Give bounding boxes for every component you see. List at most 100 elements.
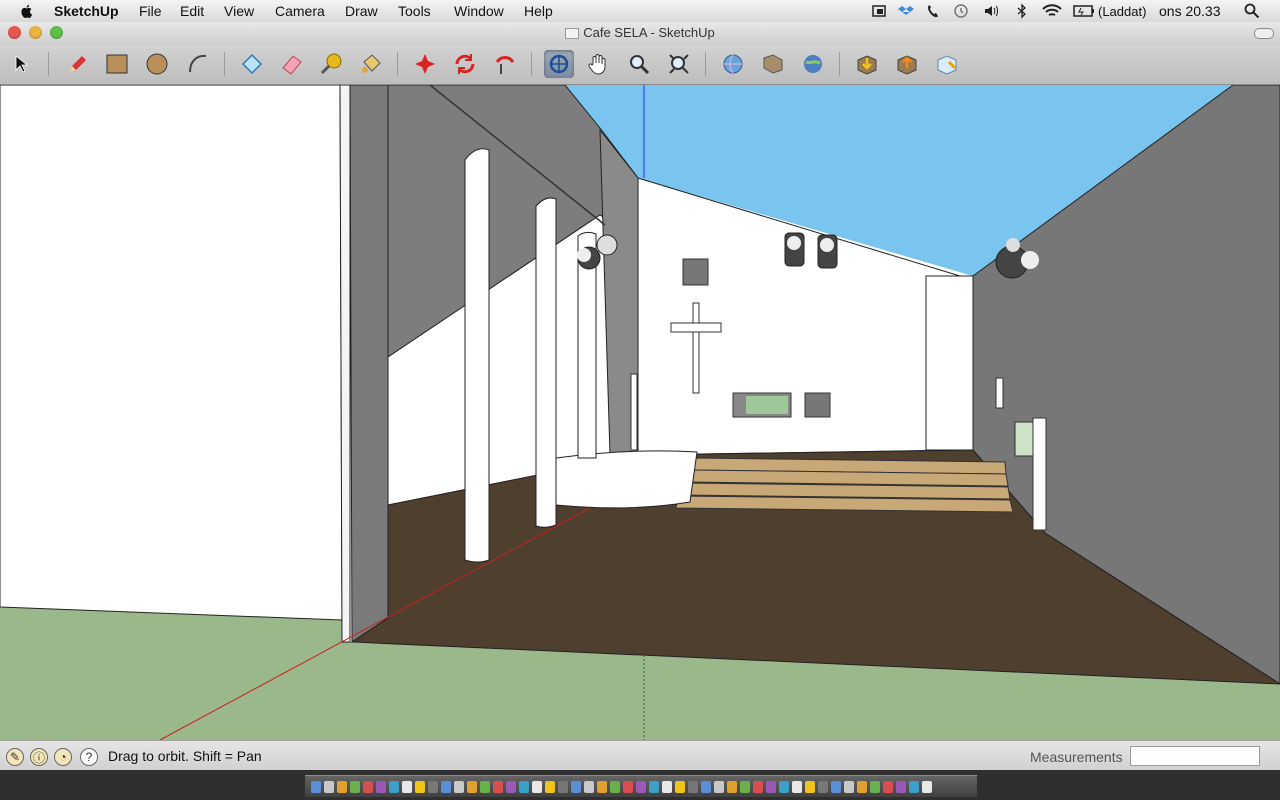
menu-draw[interactable]: Draw xyxy=(345,2,378,20)
clock[interactable]: ons 20.33 xyxy=(1159,2,1221,20)
rectangle-tool-button[interactable] xyxy=(102,50,132,78)
window-title-text: Cafe SELA - SketchUp xyxy=(583,25,715,40)
volume-icon[interactable] xyxy=(983,3,1001,19)
menu-tools[interactable]: Tools xyxy=(398,2,431,20)
select-tool-button[interactable] xyxy=(6,50,36,78)
dock-app-icon[interactable] xyxy=(363,780,373,793)
spotlight-icon[interactable] xyxy=(1244,3,1260,19)
battery-icon[interactable] xyxy=(1073,3,1095,19)
dock-app-icon[interactable] xyxy=(402,780,412,793)
dock-app-icon[interactable] xyxy=(506,780,516,793)
dock-app-icon[interactable] xyxy=(831,780,841,793)
arc-tool-button[interactable] xyxy=(183,50,213,78)
dock-app-icon[interactable] xyxy=(532,780,542,793)
dock-app-icon[interactable] xyxy=(597,780,607,793)
menu-window[interactable]: Window xyxy=(454,2,504,20)
dock-app-icon[interactable] xyxy=(454,780,464,793)
google-earth-button[interactable] xyxy=(798,50,828,78)
extension-button[interactable] xyxy=(932,50,962,78)
dock-app-icon[interactable] xyxy=(636,780,646,793)
zoom-tool-button[interactable] xyxy=(624,50,654,78)
pencil-tool-button[interactable] xyxy=(62,50,92,78)
dock-app-icon[interactable] xyxy=(753,780,763,793)
eraser-tool-button[interactable] xyxy=(277,50,307,78)
circle-tool-button[interactable] xyxy=(142,50,172,78)
dock-app-icon[interactable] xyxy=(688,780,698,793)
dock-app-icon[interactable] xyxy=(584,780,594,793)
menu-view[interactable]: View xyxy=(224,2,254,20)
dock-app-icon[interactable] xyxy=(714,780,724,793)
orbit-tool-button[interactable] xyxy=(544,50,574,78)
credits-icon[interactable]: ⓘ xyxy=(30,748,48,766)
dock-app-icon[interactable] xyxy=(415,780,425,793)
measurements-input[interactable] xyxy=(1130,746,1260,766)
tape-measure-tool-button[interactable] xyxy=(316,50,346,78)
dock-app-icon[interactable] xyxy=(818,780,828,793)
menu-camera[interactable]: Camera xyxy=(275,2,325,20)
dock-app-icon[interactable] xyxy=(649,780,659,793)
dock-app-icon[interactable] xyxy=(324,780,334,793)
dock-app-icon[interactable] xyxy=(779,780,789,793)
dock-app-icon[interactable] xyxy=(662,780,672,793)
dock-app-icon[interactable] xyxy=(519,780,529,793)
share-component-button[interactable] xyxy=(892,50,922,78)
get-models-button[interactable] xyxy=(852,50,882,78)
make-component-button[interactable] xyxy=(237,50,267,78)
3d-warehouse-button[interactable] xyxy=(718,50,748,78)
battery-status[interactable]: (Laddat) xyxy=(1098,3,1146,21)
dock-app-icon[interactable] xyxy=(740,780,750,793)
zoom-extents-tool-button[interactable] xyxy=(664,50,694,78)
dock-app-icon[interactable] xyxy=(545,780,555,793)
dock-app-icon[interactable] xyxy=(909,780,919,793)
paint-bucket-tool-button[interactable] xyxy=(356,50,386,78)
dock-app-icon[interactable] xyxy=(844,780,854,793)
push-pull-tool-button[interactable] xyxy=(410,50,440,78)
dock-app-icon[interactable] xyxy=(571,780,581,793)
bluetooth-icon[interactable] xyxy=(1016,3,1028,19)
dock-app-icon[interactable] xyxy=(311,780,321,793)
dock-app-icon[interactable] xyxy=(493,780,503,793)
dock-app-icon[interactable] xyxy=(623,780,633,793)
help-icon[interactable]: ? xyxy=(80,748,98,766)
dock-app-icon[interactable] xyxy=(766,780,776,793)
dock-app-icon[interactable] xyxy=(896,780,906,793)
pan-tool-button[interactable] xyxy=(584,50,614,78)
dock-app-icon[interactable] xyxy=(428,780,438,793)
dock-app-icon[interactable] xyxy=(870,780,880,793)
dock-app-icon[interactable] xyxy=(857,780,867,793)
dock-app-icon[interactable] xyxy=(675,780,685,793)
dock-app-icon[interactable] xyxy=(792,780,802,793)
share-model-button[interactable] xyxy=(758,50,788,78)
dock-app-icon[interactable] xyxy=(558,780,568,793)
dock-app-icon[interactable] xyxy=(883,780,893,793)
dropbox-icon[interactable] xyxy=(898,3,914,19)
rotate-tool-button[interactable] xyxy=(450,50,480,78)
dock-app-icon[interactable] xyxy=(389,780,399,793)
dock-app-icon[interactable] xyxy=(701,780,711,793)
dock-app-icon[interactable] xyxy=(376,780,386,793)
menu-edit[interactable]: Edit xyxy=(180,2,204,20)
dock-app-icon[interactable] xyxy=(727,780,737,793)
phone-icon[interactable] xyxy=(925,3,941,19)
dock-app-icon[interactable] xyxy=(350,780,360,793)
dock-app-icon[interactable] xyxy=(922,780,932,793)
geolocation-icon[interactable]: ✎ xyxy=(6,748,24,766)
dock-app-icon[interactable] xyxy=(805,780,815,793)
dock-app-icon[interactable] xyxy=(480,780,490,793)
model-viewport[interactable] xyxy=(0,85,1280,740)
dock-app-icon[interactable] xyxy=(467,780,477,793)
toolbar-toggle-button[interactable] xyxy=(1254,28,1274,39)
screen-sharing-icon[interactable] xyxy=(871,3,887,19)
column-back xyxy=(535,197,557,528)
dock-app-icon[interactable] xyxy=(337,780,347,793)
follow-me-tool-button[interactable] xyxy=(490,50,520,78)
menu-help[interactable]: Help xyxy=(524,2,553,20)
apple-menu-icon[interactable] xyxy=(19,3,35,19)
menu-file[interactable]: File xyxy=(139,2,162,20)
time-machine-icon[interactable] xyxy=(953,3,969,19)
dock-app-icon[interactable] xyxy=(441,780,451,793)
wifi-icon[interactable] xyxy=(1041,3,1063,19)
app-menu[interactable]: SketchUp xyxy=(54,2,119,20)
dock-app-icon[interactable] xyxy=(610,780,620,793)
model-info-icon[interactable]: ◔ xyxy=(54,748,72,766)
